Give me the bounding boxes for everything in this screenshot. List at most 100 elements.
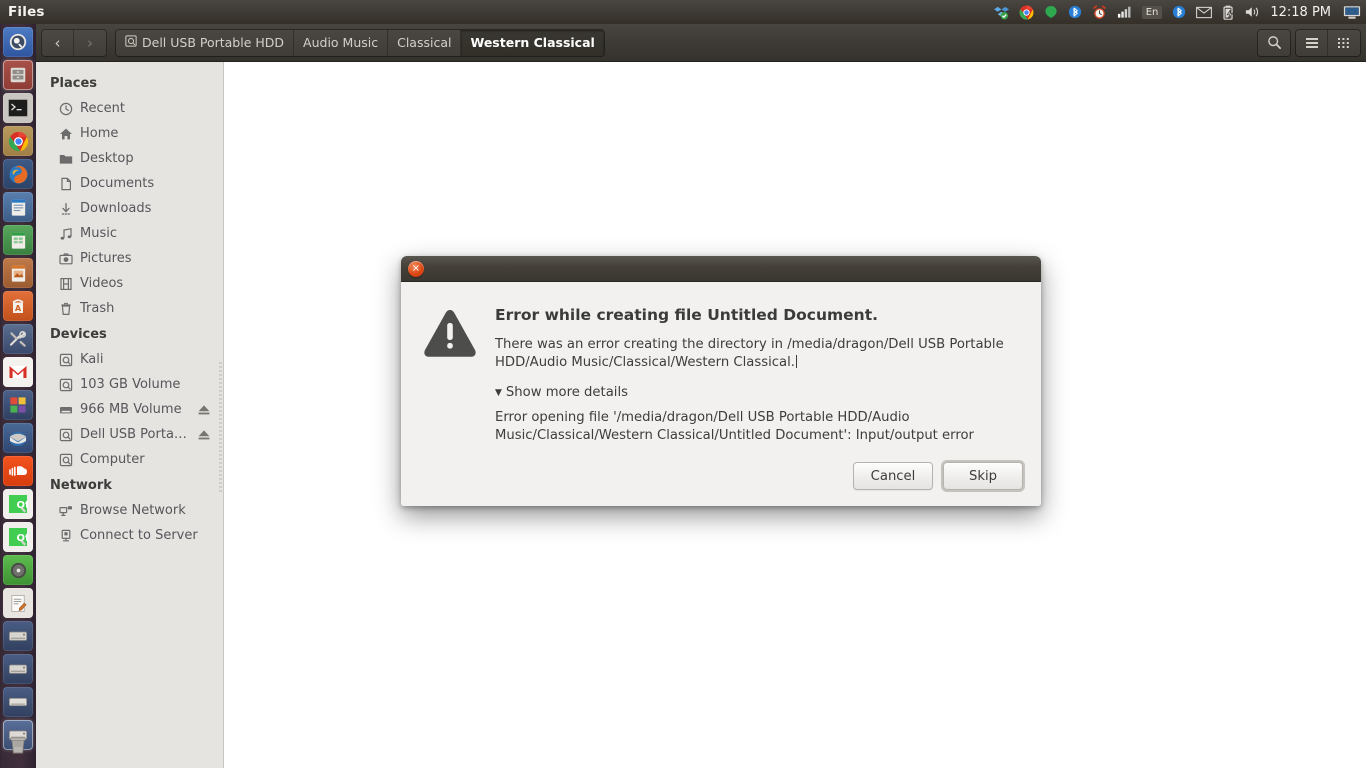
launcher-terminal[interactable] (3, 93, 33, 123)
sidebar-item-103-gb-volume[interactable]: 103 GB Volume (36, 372, 223, 397)
tray-clock[interactable]: 12:18 PM (1266, 5, 1338, 20)
sidebar-item-label: Downloads (80, 201, 152, 216)
cancel-button[interactable]: Cancel (853, 462, 933, 490)
launcher-gmail[interactable] (3, 357, 33, 387)
launcher-qt-creator-2[interactable]: Qt (3, 522, 33, 552)
launcher-qt-creator-1[interactable]: Qt (3, 489, 33, 519)
sidebar-item-home[interactable]: Home (36, 121, 223, 146)
volume-icon[interactable] (1240, 0, 1266, 24)
show-more-details-toggle[interactable]: ▼ Show more details (495, 385, 1019, 400)
launcher-libreoffice-impress[interactable] (3, 258, 33, 288)
sidebar-item-label: Pictures (80, 251, 132, 266)
launcher-system-tools[interactable] (3, 324, 33, 354)
launcher-applications[interactable] (3, 390, 33, 420)
view-toggle-group (1296, 29, 1360, 56)
breadcrumb-item-classical[interactable]: Classical (388, 29, 462, 56)
sidebar-item-pictures[interactable]: Pictures (36, 246, 223, 271)
launcher-trash[interactable] (3, 730, 33, 760)
mail-icon[interactable] (1191, 0, 1217, 24)
sidebar-item-browse-network[interactable]: Browse Network (36, 498, 223, 523)
sidebar-item-label: Videos (80, 276, 124, 291)
sidebar-item-desktop[interactable]: Desktop (36, 146, 223, 171)
launcher-disc[interactable] (3, 555, 33, 585)
launcher-files[interactable] (3, 60, 33, 90)
trash-icon (58, 301, 73, 316)
sidebar-item-connect-to-server[interactable]: Connect to Server (36, 523, 223, 548)
sidebar-item-label: Dell USB Porta… (80, 427, 187, 442)
warning-icon (423, 304, 477, 462)
breadcrumb-label: Classical (397, 35, 452, 50)
dialog-body: Error while creating file Untitled Docum… (401, 282, 1041, 462)
launcher-ubuntu-software[interactable]: A (3, 291, 33, 321)
sidebar-item-label: Browse Network (80, 503, 186, 518)
launcher-libreoffice-calc[interactable] (3, 225, 33, 255)
app-menu-title[interactable]: Files (8, 4, 45, 20)
forward-button[interactable]: › (74, 29, 106, 56)
breadcrumb-item-audio-music[interactable]: Audio Music (294, 29, 389, 56)
launcher-dash[interactable] (3, 27, 33, 57)
launcher-libreoffice-writer[interactable] (3, 192, 33, 222)
green-dot-icon[interactable] (1039, 0, 1063, 24)
sidebar-item-trash[interactable]: Trash (36, 296, 223, 321)
sidebar-item-label: Documents (80, 176, 155, 191)
sidebar-heading-places: Places (50, 76, 98, 91)
launcher-firefox[interactable] (3, 159, 33, 189)
launcher-drive-3[interactable] (3, 687, 33, 717)
dialog-titlebar: × (401, 256, 1041, 282)
launcher-drive-1[interactable] (3, 621, 33, 651)
top-menu-bar: Files En 12:18 PM (0, 0, 1366, 24)
display-icon[interactable] (1338, 0, 1366, 24)
back-button[interactable]: ‹ (42, 29, 74, 56)
launcher-soundcloud[interactable] (3, 456, 33, 486)
signal-bars-icon[interactable] (1112, 0, 1137, 24)
hamburger-menu-icon[interactable] (1296, 29, 1328, 56)
chrome-icon[interactable] (1014, 0, 1039, 24)
skip-button[interactable]: Skip (943, 462, 1023, 490)
bluetooth-icon[interactable] (1063, 0, 1087, 24)
close-icon[interactable]: × (408, 260, 424, 277)
launcher-thunderbird[interactable] (3, 423, 33, 453)
unity-launcher: A Qt Qt (0, 24, 36, 768)
dialog-message: There was an error creating the director… (495, 336, 1015, 371)
search-icon[interactable] (1258, 29, 1290, 56)
launcher-text-editor[interactable] (3, 588, 33, 618)
server-icon (58, 528, 73, 543)
show-more-details-label: Show more details (505, 385, 628, 400)
bluetooth-indicator-icon[interactable] (1167, 0, 1191, 24)
sidebar-item-documents[interactable]: Documents (36, 171, 223, 196)
sidebar-scrollbar[interactable] (219, 362, 222, 492)
sidebar-item-downloads[interactable]: Downloads (36, 196, 223, 221)
sidebar-item-recent[interactable]: Recent (36, 96, 223, 121)
toolbar-right-buttons (1258, 29, 1360, 56)
sidebar-item-label: Desktop (80, 151, 134, 166)
system-tray: En 12:18 PM (989, 0, 1366, 24)
breadcrumb-item-western-classical[interactable]: Western Classical (461, 29, 604, 56)
sidebar-item-videos[interactable]: Videos (36, 271, 223, 296)
camera-icon (58, 251, 73, 266)
breadcrumb-item-dell-usb-portable-hdd[interactable]: Dell USB Portable HDD (116, 29, 295, 56)
eject-icon[interactable] (197, 429, 211, 441)
clock-icon (58, 101, 73, 116)
sidebar-item-966-mb-volume[interactable]: 966 MB Volume (36, 397, 223, 422)
files-toolbar: ‹ › Dell USB Portable HDD Audio Music Cl… (36, 24, 1366, 62)
breadcrumb: Dell USB Portable HDD Audio Music Classi… (116, 29, 604, 56)
keyboard-layout-icon[interactable]: En (1137, 0, 1168, 24)
launcher-chrome[interactable] (3, 126, 33, 156)
battery-icon[interactable] (1217, 0, 1240, 24)
harddisk-icon (58, 452, 73, 467)
sidebar-item-label: 966 MB Volume (80, 402, 182, 417)
sidebar-item-label: Kali (80, 352, 104, 367)
sidebar-item-computer[interactable]: Computer (36, 447, 223, 472)
eject-icon[interactable] (197, 404, 211, 416)
sidebar-item-music[interactable]: Music (36, 221, 223, 246)
sidebar-item-kali[interactable]: Kali (36, 347, 223, 372)
grid-view-icon[interactable] (1328, 29, 1360, 56)
sidebar-heading-network: Network (50, 478, 112, 493)
launcher-drive-2[interactable] (3, 654, 33, 684)
sidebar-item-dell-usb-portable-hdd[interactable]: Dell USB Porta… (36, 422, 223, 447)
alarm-clock-icon[interactable] (1087, 0, 1112, 24)
dropbox-icon[interactable] (989, 0, 1014, 24)
sidebar-item-label: Home (80, 126, 119, 141)
error-dialog: × Error while creating file Untitled Doc… (401, 256, 1041, 506)
text-caret (795, 354, 797, 368)
